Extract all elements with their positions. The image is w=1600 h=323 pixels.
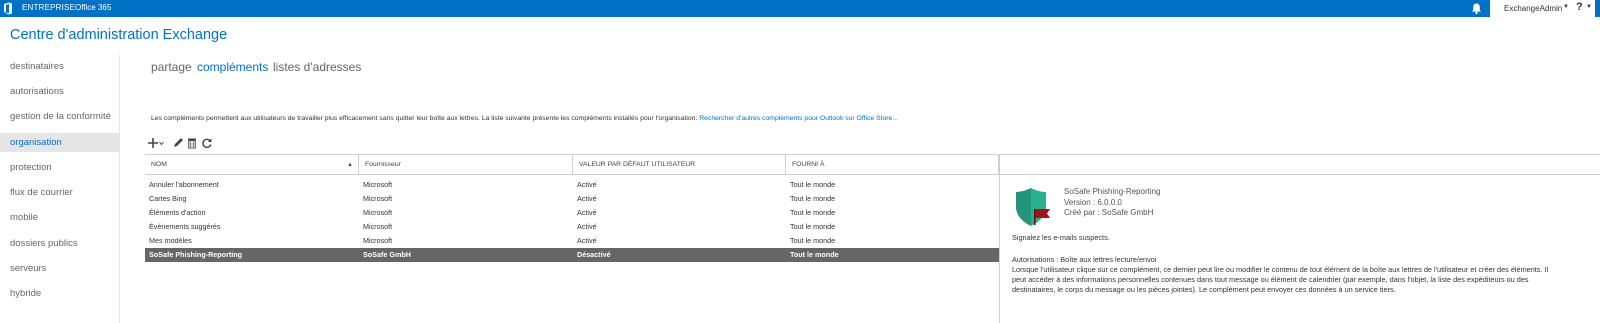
product-label[interactable]: Office 365	[75, 3, 111, 12]
sidebar-item-mobile[interactable]: mobile	[0, 208, 119, 227]
help-chevron-down-icon[interactable]: ▼	[1586, 4, 1592, 10]
user-menu[interactable]: ExchangeAdmin ▼ ? ▼	[1490, 0, 1595, 17]
top-bar: ENTREPRISE Office 365 ExchangeAdmin ▼ ? …	[0, 0, 1600, 17]
addin-name: SoSafe Phishing-Reporting	[1064, 187, 1161, 196]
bell-icon[interactable]	[1470, 2, 1483, 15]
tab-complements[interactable]: compléments	[197, 60, 268, 74]
cell-provided-to: Tout le monde	[790, 236, 836, 245]
sidebar-item-destinataires[interactable]: destinataires	[0, 57, 119, 76]
column-header-valeur[interactable]: VALEUR PAR DÉFAUT UTILISATEUR	[573, 155, 786, 175]
cell-provided-to: Tout le monde	[790, 250, 839, 259]
cell-provider: SoSafe GmbH	[363, 250, 411, 259]
cell-default: Activé	[577, 222, 597, 231]
user-name[interactable]: ExchangeAdmin	[1504, 4, 1562, 13]
cell-provided-to: Tout le monde	[790, 194, 836, 203]
column-header-fournisseur[interactable]: Fournisseur	[359, 155, 573, 175]
brand-label[interactable]: ENTREPRISE	[22, 3, 75, 12]
sidebar-item-hybride[interactable]: hybride	[0, 284, 119, 303]
delete-icon[interactable]	[186, 137, 198, 149]
page-title: Centre d'administration Exchange	[10, 27, 228, 43]
addin-tagline: Signalez les e-mails suspects.	[1012, 233, 1110, 242]
addin-permissions-label: Autorisations : Boîte aux lettres lectur…	[1012, 255, 1157, 264]
cell-default: Désactivé	[577, 250, 611, 259]
add-icon[interactable]	[148, 137, 164, 149]
cell-default: Activé	[577, 194, 597, 203]
sidebar-item-organisation[interactable]: organisation	[0, 133, 119, 152]
cell-provider: Microsoft	[363, 236, 393, 245]
help-icon[interactable]: ?	[1576, 1, 1583, 13]
column-header-label: NOM	[151, 161, 167, 168]
toolbar	[148, 137, 228, 150]
sidebar-item-serveurs[interactable]: serveurs	[0, 259, 119, 278]
sidebar-item-conformite[interactable]: gestion de la conformité	[0, 107, 119, 126]
sort-ascending-icon[interactable]: ▲	[347, 155, 353, 175]
cell-default: Activé	[577, 180, 597, 189]
cell-provider: Microsoft	[363, 208, 393, 217]
description-text: Les compléments permettent aux utilisate…	[151, 115, 698, 122]
detail-divider	[999, 155, 1000, 323]
office-logo-icon[interactable]	[3, 2, 13, 15]
cell-provided-to: Tout le monde	[790, 180, 836, 189]
chevron-down-icon[interactable]: ▼	[1563, 4, 1569, 10]
tab-partage[interactable]: partage	[151, 60, 192, 74]
table-row[interactable]: Éléments d'action Microsoft Activé Tout …	[145, 206, 999, 220]
cell-name: Éléments d'action	[149, 208, 206, 217]
sidebar-item-dossiers-publics[interactable]: dossiers publics	[0, 234, 119, 253]
cell-provider: Microsoft	[363, 180, 393, 189]
addin-version: Version : 6.0.0.0	[1064, 198, 1122, 207]
cell-default: Activé	[577, 208, 597, 217]
table-row[interactable]: Cartes Bing Microsoft Activé Tout le mon…	[145, 192, 999, 206]
sidebar-item-autorisations[interactable]: autorisations	[0, 82, 119, 101]
sidebar-item-flux-courrier[interactable]: flux de courrier	[0, 183, 119, 202]
table-header: NOM ▲ Fournisseur VALEUR PAR DÉFAUT UTIL…	[145, 154, 1600, 175]
cell-name: Cartes Bing	[149, 194, 187, 203]
sosafe-shield-icon	[1016, 188, 1050, 226]
addin-author: Créé par : SoSafe GmbH	[1064, 208, 1154, 217]
cell-name: Événements suggérés	[149, 222, 221, 231]
sidebar-item-protection[interactable]: protection	[0, 158, 119, 177]
table-row[interactable]: Annuler l'abonnement Microsoft Activé To…	[145, 178, 999, 192]
cell-provider: Microsoft	[363, 194, 393, 203]
column-header-nom[interactable]: NOM ▲	[145, 155, 359, 175]
cell-name: Annuler l'abonnement	[149, 180, 219, 189]
cell-provided-to: Tout le monde	[790, 208, 836, 217]
office-store-link[interactable]: Rechercher d'autres compléments pour Out…	[699, 115, 898, 122]
sidebar: destinataires autorisations gestion de l…	[0, 55, 120, 323]
cell-default: Activé	[577, 236, 597, 245]
table-row-selected[interactable]: SoSafe Phishing-Reporting SoSafe GmbH Dé…	[145, 248, 999, 262]
cell-name: Mes modèles	[149, 236, 192, 245]
cell-provider: Microsoft	[363, 222, 393, 231]
table-row[interactable]: Événements suggérés Microsoft Activé Tou…	[145, 220, 999, 234]
addin-permissions-text: Lorsque l'utilisateur clique sur ce comp…	[1012, 265, 1549, 295]
column-header-fourni[interactable]: FOURNI À	[786, 155, 999, 175]
edit-icon[interactable]	[172, 137, 184, 149]
cell-name: SoSafe Phishing-Reporting	[149, 250, 243, 259]
refresh-icon[interactable]	[201, 137, 213, 149]
description: Les compléments permettent aux utilisate…	[151, 115, 898, 122]
cell-provided-to: Tout le monde	[790, 222, 836, 231]
tab-listes-adresses[interactable]: listes d'adresses	[273, 60, 361, 74]
table-row[interactable]: Mes modèles Microsoft Activé Tout le mon…	[145, 234, 999, 248]
